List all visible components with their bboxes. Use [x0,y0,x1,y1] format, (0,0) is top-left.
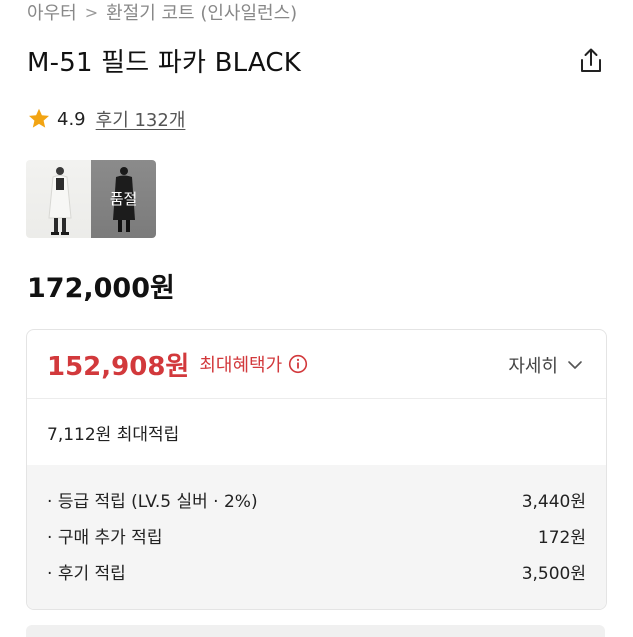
points-row-label: 구매 추가 적립 [47,523,163,548]
share-icon [581,48,601,72]
next-section-edge [26,625,605,637]
sale-price: 152,908원 [47,351,190,382]
model-figure-icon [48,167,72,235]
reviews-link[interactable]: 후기 132개 [96,106,186,132]
points-row: 후기 적립 3,500원 [47,553,586,589]
list-price: 172,000원 [27,273,175,304]
rating-score: 4.9 [57,108,86,130]
breadcrumb: 아우터 > 환절기 코트 (인사일런스) [27,0,297,25]
points-row-value: 172원 [537,527,586,548]
chevron-down-icon [568,361,582,369]
points-row-label: 후기 적립 [47,559,126,584]
rating-row: 4.9 후기 132개 [27,106,185,132]
detail-label: 자세히 [508,356,558,377]
benefit-panel: 152,908원 최대혜택가 자세히 7,112원 최대적립 등급 적립 (LV… [26,329,607,610]
share-button[interactable] [576,46,606,76]
points-row-value: 3,500원 [521,563,586,584]
breadcrumb-item-outer[interactable]: 아우터 [27,0,77,25]
thumbnail-strip: 품절 [26,160,156,238]
detail-toggle[interactable]: 자세히 [508,352,584,378]
benefit-header: 152,908원 최대혜택가 자세히 [27,330,606,399]
max-benefit-label: 최대혜택가 [199,355,283,376]
points-row: 등급 적립 (LV.5 실버 · 2%) 3,440원 [47,481,586,517]
breadcrumb-item-coat[interactable]: 환절기 코트 (인사일런스) [106,0,297,25]
product-title: M-51 필드 파카 BLACK [27,48,302,78]
points-breakdown: 등급 적립 (LV.5 실버 · 2%) 3,440원 구매 추가 적립 172… [27,465,606,609]
points-row-value: 3,440원 [521,491,586,512]
points-row: 구매 추가 적립 172원 [47,517,586,553]
points-row-label: 등급 적립 (LV.5 실버 · 2%) [47,487,258,512]
star-icon [29,108,49,128]
breadcrumb-separator: > [84,2,99,22]
product-thumbnail[interactable] [26,160,91,238]
product-thumbnail-soldout[interactable]: 품절 [91,160,156,238]
soldout-label: 품절 [109,190,138,208]
points-summary: 7,112원 최대적립 [47,424,180,445]
info-icon[interactable] [288,354,308,374]
